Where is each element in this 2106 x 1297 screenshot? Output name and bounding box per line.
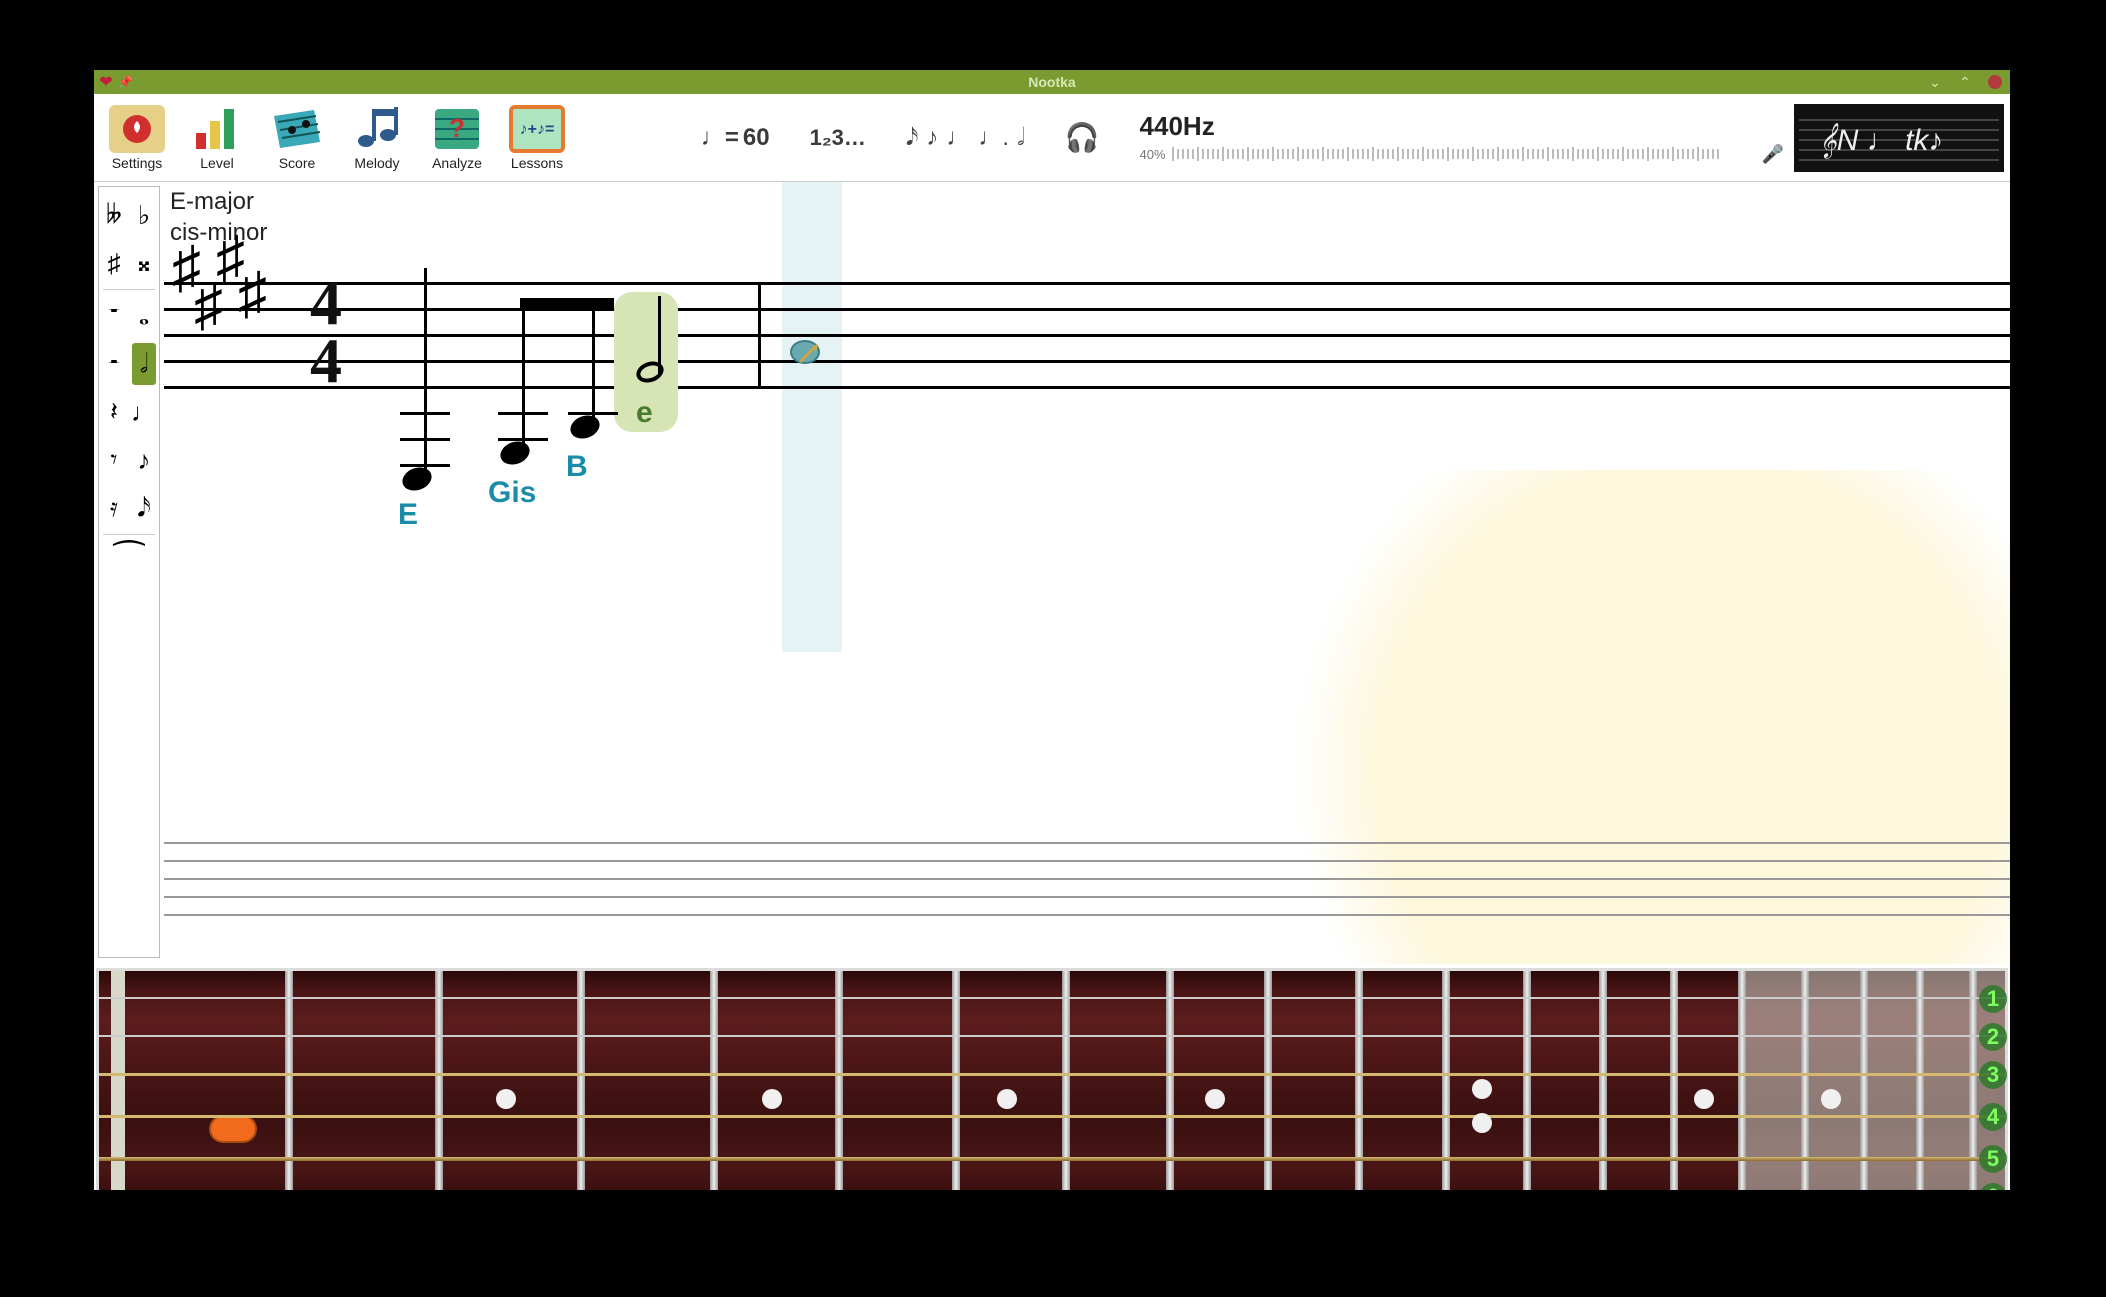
content-area: 𝄫 ♭ ♯ 𝄪 𝄻 𝅝 𝄼 𝅗𝅥 𝄽 ♩ (94, 182, 2010, 1190)
lessons-icon: ♪+♪= (509, 105, 565, 153)
pin-icon[interactable]: 📌 (118, 75, 133, 89)
fretboard[interactable]: 123456 (96, 964, 2008, 1188)
cursor-note-preview[interactable] (790, 340, 820, 364)
string-number-badge[interactable]: 5 (1979, 1145, 2007, 1173)
level-button[interactable]: Level (180, 105, 254, 171)
melody-icon (349, 105, 405, 153)
double-flat-button[interactable]: 𝄫 (102, 194, 126, 236)
string-number-badge[interactable]: 2 (1979, 1023, 2007, 1051)
flat-button[interactable]: ♭ (132, 194, 156, 236)
fret-dot (1821, 1089, 1841, 1109)
score-icon (269, 105, 325, 153)
eighth-rest-button[interactable]: 𝄾 (102, 439, 126, 481)
fret-dot (762, 1089, 782, 1109)
svg-text:𝄞N ♩ tk♪: 𝄞N ♩ tk♪ (1819, 123, 1943, 159)
finger-marker[interactable] (209, 1115, 257, 1143)
tempo-control[interactable]: ♩=60 (701, 124, 770, 152)
string[interactable] (99, 1073, 2005, 1076)
fret-dot (1205, 1089, 1225, 1109)
settings-button[interactable]: Settings (100, 105, 174, 171)
score-button[interactable]: Score (260, 105, 334, 171)
score-canvas[interactable]: E-major cis-minor ♯ ♯ ♯ ♯ (164, 182, 2010, 962)
melody-button[interactable]: Melody (340, 105, 414, 171)
string[interactable] (99, 1115, 2005, 1118)
eighth-note-icon: ♪ (926, 124, 938, 152)
fret-dot (496, 1089, 516, 1109)
fret-dot (997, 1089, 1017, 1109)
sixteenth-note-icon: 𝅘𝅥𝅯 (906, 124, 918, 152)
fret-dot (1472, 1079, 1492, 1099)
svg-text:?: ? (449, 113, 465, 143)
notation-palette: 𝄫 ♭ ♯ 𝄪 𝄻 𝅝 𝄼 𝅗𝅥 𝄽 ♩ (98, 186, 160, 958)
quarter-note-icon: ♩ (946, 124, 970, 152)
double-sharp-button[interactable]: 𝄪 (132, 242, 156, 284)
main-toolbar: Settings Level Score Melody (94, 94, 2010, 182)
app-heart-icon: ❤ (98, 74, 114, 90)
string[interactable] (99, 997, 2005, 999)
staff-secondary[interactable] (164, 842, 2010, 962)
half-rest-button[interactable]: 𝄼 (102, 343, 126, 385)
sharp-button[interactable]: ♯ (102, 242, 126, 284)
nootka-logo: 𝄞N ♩ tk♪ (1794, 104, 2004, 172)
string-number-badge[interactable]: 1 (1979, 985, 2007, 1013)
note-name-e-low: E (398, 498, 418, 532)
whole-note-button[interactable]: 𝅝 (132, 295, 156, 337)
string[interactable] (99, 1157, 2005, 1161)
headphone-icon[interactable]: 🎧 (1065, 121, 1100, 154)
tempo-value: 60 (743, 124, 770, 152)
half-note-button[interactable]: 𝅗𝅥 (132, 343, 156, 385)
close-button[interactable] (1984, 73, 2006, 91)
barline (758, 282, 761, 388)
half-note-icon: 𝅗𝅥 (1017, 124, 1025, 152)
string-number-badge[interactable]: 3 (1979, 1061, 2007, 1089)
mic-icon[interactable]: 🎤 (1762, 144, 1784, 165)
analyze-button[interactable]: ? Analyze (420, 105, 494, 171)
staff-main[interactable]: ♯ ♯ ♯ ♯ 4 4 (164, 282, 2010, 542)
tempo-note-icon: ♩= (701, 124, 739, 152)
numbers-button[interactable]: 1₂3… (810, 125, 866, 151)
key-signature: ♯ ♯ ♯ ♯ (172, 244, 282, 404)
sixteenth-note-button[interactable]: 𝅘𝅥𝅯 (132, 487, 156, 529)
volume-meter[interactable] (1172, 147, 1752, 161)
volume-percent: 40% (1140, 147, 1166, 162)
note-name-gis: Gis (488, 476, 536, 510)
rhythm-display: 𝅘𝅥𝅯 ♪ ♩ ♩. 𝅗𝅥 (906, 124, 1025, 152)
string[interactable] (99, 1035, 2005, 1037)
maximize-button[interactable]: ⌃ (1954, 73, 1976, 91)
sixteenth-rest-button[interactable]: 𝄿 (102, 487, 126, 529)
tie-button[interactable]: ⁀ (117, 540, 141, 582)
pitch-value: 440Hz (1140, 111, 1215, 142)
window-title: Nootka (1028, 74, 1075, 90)
dotted-quarter-icon: ♩. (978, 124, 1009, 152)
level-icon (189, 105, 245, 153)
titlebar: ❤ 📌 Nootka ⌄ ⌃ (94, 70, 2010, 94)
beam (520, 298, 614, 308)
quarter-rest-button[interactable]: 𝄽 (102, 391, 126, 433)
analyze-icon: ? (429, 105, 485, 153)
note-name-b: B (566, 450, 588, 484)
eighth-note-button[interactable]: ♪ (132, 439, 156, 481)
app-window: ❤ 📌 Nootka ⌄ ⌃ Settings Level (94, 70, 2010, 1190)
svg-text:♪+♪=: ♪+♪= (520, 121, 555, 138)
settings-icon (109, 105, 165, 153)
fret-dot (1472, 1113, 1492, 1133)
quarter-note-button[interactable]: ♩ (132, 391, 156, 433)
minimize-button[interactable]: ⌄ (1924, 73, 1946, 91)
string-number-badge[interactable]: 4 (1979, 1103, 2007, 1131)
note-name-e-mid: e (636, 396, 653, 430)
lessons-button[interactable]: ♪+♪= Lessons (500, 105, 574, 171)
fret-dot (1694, 1089, 1714, 1109)
whole-rest-button[interactable]: 𝄻 (102, 295, 126, 337)
time-signature: 4 4 (306, 274, 346, 389)
